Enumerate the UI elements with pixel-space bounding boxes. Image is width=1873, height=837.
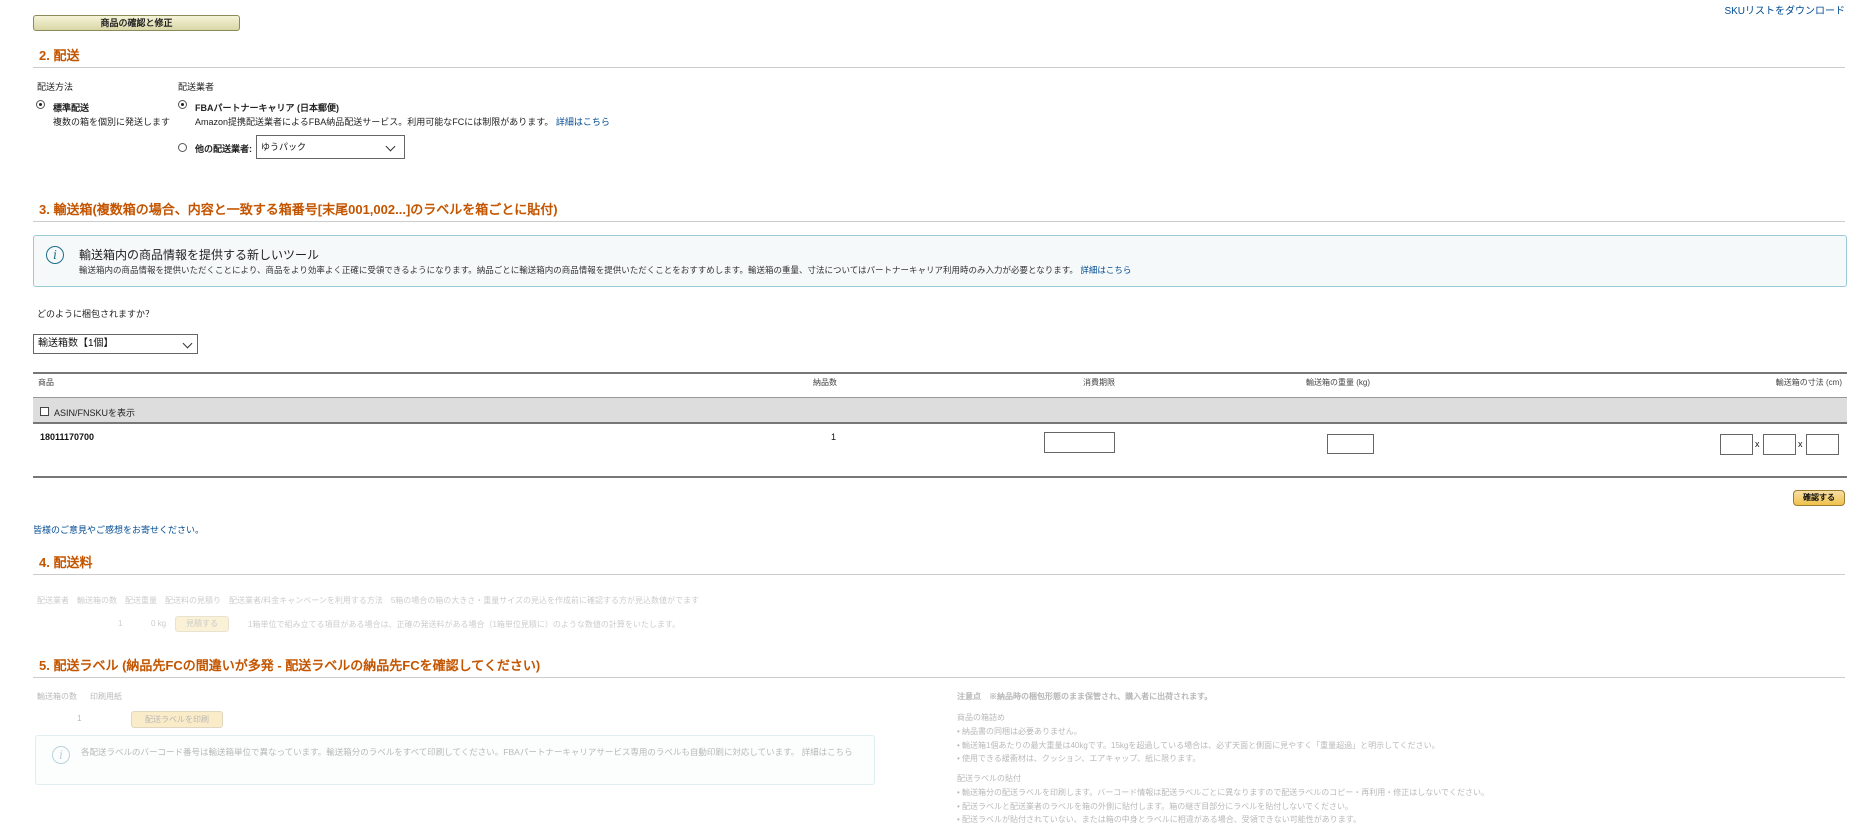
info-icon: i [52, 746, 70, 764]
print-label-button[interactable]: 配送ラベルを印刷 [131, 711, 223, 728]
notes-title: 注意点 ※納品時の梱包形態のまま保管され、購入者に出荷されます。 [957, 692, 1213, 701]
info-banner-text: 輸送箱内の商品情報を提供いただくことにより、商品をより効率よく正確に受領できるよ… [79, 264, 1131, 276]
box-weight-input[interactable] [1327, 434, 1374, 454]
list-item-text: 配送ラベルと配送業者のラベルを箱の外側に貼付します。箱の継ぎ目部分にラベルを貼付… [962, 801, 1353, 811]
shipping-box-count: 1 [118, 619, 123, 628]
show-asin-checkbox[interactable] [40, 407, 49, 416]
chevron-down-icon [385, 141, 396, 152]
sku-list-download-link[interactable]: SKUリストをダウンロード [1724, 2, 1845, 17]
product-sku: 18011170700 [40, 432, 95, 442]
box-contents-info-banner: i 輸送箱内の商品情報を提供する新しいツール 輸送箱内の商品情報を提供いただくこ… [33, 235, 1847, 287]
info-banner-body: 輸送箱内の商品情報を提供いただくことにより、商品をより効率よく正確に受領できるよ… [79, 265, 1078, 275]
section-5-title: 5. 配送ラベル (納品先FCの間違いが多発 - 配送ラベルの納品先FCを確認し… [39, 658, 541, 673]
divider [33, 67, 1845, 68]
shipping-weight: 0 kg [151, 619, 167, 628]
label-list: • 輸送箱分の配送ラベルを印刷します。バーコード情報は配送ラベルごとに異なります… [957, 786, 1489, 827]
review-products-button[interactable]: 商品の確認と修正 [33, 15, 240, 31]
box-height-input[interactable] [1806, 434, 1839, 455]
standard-shipping-label: 標準配送 [53, 103, 90, 113]
section-2-title: 2. 配送 [39, 48, 80, 63]
info-icon: i [46, 246, 64, 264]
list-item: • 輸送箱1個あたりの最大重量は40kgです。15kgを超過している場合は、必ず… [957, 740, 1440, 750]
divider [33, 677, 1845, 678]
list-item-text: 輸送箱1個あたりの最大重量は40kgです。15kgを超過している場合は、必ず天面… [962, 740, 1440, 750]
shipping-fee-note: 1箱単位で組み立てる項目がある場合は、正確の発送料がある場合（1箱単位見積に）の… [248, 620, 681, 629]
partner-carrier-desc: Amazon提携配送業者によるFBA納品配送サービス。利用可能なFCには制限があ… [195, 115, 610, 128]
label-box-count: 1 [77, 714, 82, 723]
packing-heading: 商品の箱詰め [957, 713, 1005, 722]
box-length-input[interactable] [1720, 434, 1753, 455]
asin-toggle-row: ASIN/FNSKUを表示 [33, 397, 1847, 424]
list-item-text: 配送ラベルが貼付されていない、または箱の中身とラベルに相違がある場合、受領できな… [962, 815, 1361, 824]
col-header-box-dimensions: 輸送箱の寸法 (cm) [1775, 378, 1842, 387]
section-4-title: 4. 配送料 [39, 555, 93, 570]
confirm-button[interactable]: 確認する [1793, 490, 1845, 506]
col-header-quantity: 納品数 [813, 378, 837, 387]
show-asin-label: ASIN/FNSKUを表示 [54, 408, 136, 418]
label-heading: 配送ラベルの貼付 [957, 774, 1021, 783]
partner-carrier-label: FBAパートナーキャリア (日本郵便) [195, 103, 339, 113]
list-item: • 使用できる緩衝材は、クッション、エアキャップ、紙に限ります。 [957, 754, 1201, 763]
list-item-text: 納品書の同梱は必要ありません。 [962, 727, 1082, 736]
product-quantity: 1 [831, 432, 837, 442]
shipping-fee-header: 配送業者 輸送箱の数 配送重量 配送料の見積り 配送業者/料金キャンペーンを利用… [37, 596, 700, 605]
partner-details-link[interactable]: 詳細はこちら [556, 117, 610, 127]
other-carrier-select-value: ゆうパック [261, 142, 307, 152]
estimate-button[interactable]: 見積する [175, 616, 229, 632]
dim-separator: x [1798, 439, 1803, 449]
col-header-product: 商品 [38, 378, 54, 387]
standard-shipping-desc: 複数の箱を個別に発送します [53, 117, 171, 127]
col-header-expiration: 消費期限 [1083, 378, 1115, 387]
list-item-text: 輸送箱分の配送ラベルを印刷します。バーコード情報は配送ラベルごとに異なりますので… [962, 788, 1489, 797]
carrier-label: 配送業者 [178, 82, 215, 92]
other-carrier-select[interactable]: ゆうパック [256, 135, 405, 159]
table-top-border [33, 372, 1847, 374]
packing-select[interactable]: 輸送箱数【1個】 [33, 334, 198, 354]
info-banner-title: 輸送箱内の商品情報を提供する新しいツール [79, 248, 320, 262]
paper-type-header: 印刷用紙 [90, 692, 122, 701]
label-info-text: 各配送ラベルのバーコード番号は輸送箱単位で異なっています。輸送箱分のラベルをすべ… [81, 747, 853, 757]
list-item: • 納品書の同梱は必要ありません。 [957, 727, 1082, 736]
packing-list: • 納品書の同梱は必要ありません。 • 輸送箱1個あたりの最大重量は40kgです… [957, 725, 1440, 766]
list-item: • 配送ラベルと配送業者のラベルを箱の外側に貼付します。箱の継ぎ目部分にラベルを… [957, 801, 1353, 811]
label-info-box: i 各配送ラベルのバーコード番号は輸送箱単位で異なっています。輸送箱分のラベルを… [35, 735, 875, 785]
dim-separator: x [1755, 439, 1760, 449]
partner-carrier-desc-text: Amazon提携配送業者によるFBA納品配送サービス。利用可能なFCには制限があ… [195, 117, 554, 127]
col-header-box-weight: 輸送箱の重量 (kg) [1306, 378, 1370, 387]
chevron-down-icon [182, 338, 193, 349]
other-carrier-radio[interactable] [178, 143, 187, 152]
list-item: • 輸送箱分の配送ラベルを印刷します。バーコード情報は配送ラベルごとに異なります… [957, 788, 1489, 797]
divider [33, 574, 1845, 575]
packing-question: どのように梱包されますか？ [37, 309, 155, 319]
table-bottom-border [33, 476, 1847, 478]
box-width-input[interactable] [1763, 434, 1796, 455]
info-details-link[interactable]: 詳細はこちら [1080, 265, 1131, 275]
list-item-text: 使用できる緩衝材は、クッション、エアキャップ、紙に限ります。 [962, 754, 1201, 763]
section-3-title: 3. 輸送箱(複数箱の場合、内容と一致する箱番号[末尾001,002...]のラ… [39, 202, 558, 217]
shipping-method-label: 配送方法 [37, 82, 74, 92]
partner-carrier-radio[interactable] [178, 100, 187, 109]
packing-select-value: 輸送箱数【1個】 [38, 338, 114, 349]
expiration-date-input[interactable] [1044, 432, 1115, 453]
feedback-link[interactable]: 皆様のご意見やご感想をお寄せください。 [33, 523, 204, 536]
standard-shipping-radio[interactable] [36, 100, 45, 109]
divider [33, 221, 1845, 222]
other-carrier-label: 他の配送業者: [195, 144, 252, 154]
list-item: • 配送ラベルが貼付されていない、または箱の中身とラベルに相違がある場合、受領で… [957, 815, 1361, 824]
label-count-header: 輸送箱の数 [37, 692, 77, 701]
